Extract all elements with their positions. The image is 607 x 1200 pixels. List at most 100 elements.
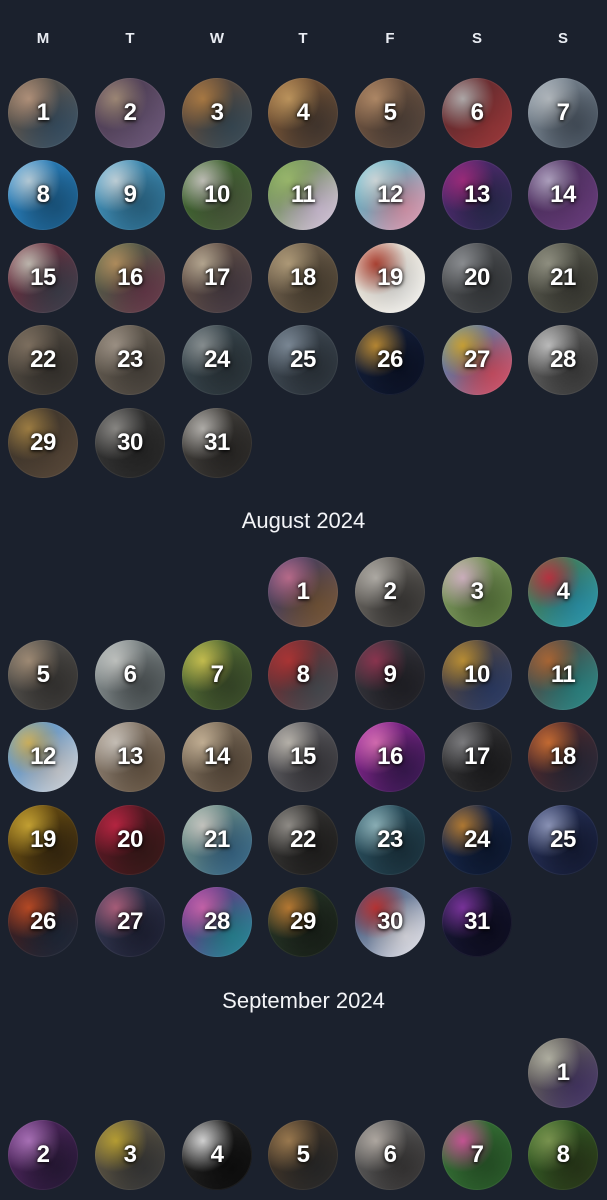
day-number: 8 [296, 661, 310, 688]
day-thumbnail[interactable]: 4 [528, 557, 598, 627]
day-thumbnail[interactable]: 7 [442, 1120, 512, 1190]
day-number: 29 [290, 908, 316, 935]
day-thumbnail[interactable]: 4 [268, 78, 338, 148]
day-thumbnail[interactable]: 31 [442, 887, 512, 957]
day-thumbnail[interactable]: 22 [8, 325, 78, 395]
day-thumbnail[interactable]: 8 [268, 640, 338, 710]
day-thumbnail[interactable]: 24 [442, 805, 512, 875]
day-thumbnail[interactable]: 18 [528, 722, 598, 792]
day-number: 30 [377, 908, 403, 935]
day-thumbnail[interactable]: 14 [182, 722, 252, 792]
day-thumbnail[interactable]: 25 [268, 325, 338, 395]
day-thumbnail[interactable]: 26 [355, 325, 425, 395]
day-number: 20 [464, 264, 490, 291]
day-thumbnail[interactable]: 9 [355, 640, 425, 710]
day-thumbnail[interactable]: 1 [8, 78, 78, 148]
day-thumbnail[interactable]: 20 [95, 805, 165, 875]
day-thumbnail[interactable]: 28 [182, 887, 252, 957]
weekday-label: M [36, 30, 50, 47]
day-thumbnail[interactable]: 2 [355, 557, 425, 627]
day-thumbnail[interactable]: 15 [268, 722, 338, 792]
day-thumbnail[interactable]: 13 [442, 160, 512, 230]
day-thumbnail[interactable]: 21 [528, 243, 598, 313]
day-thumbnail[interactable]: 22 [268, 805, 338, 875]
day-thumbnail[interactable]: 8 [8, 160, 78, 230]
day-thumbnail[interactable]: 18 [268, 243, 338, 313]
day-thumbnail[interactable]: 3 [442, 557, 512, 627]
day-thumbnail[interactable]: 6 [95, 640, 165, 710]
day-thumbnail[interactable]: 1 [528, 1038, 598, 1108]
day-thumbnail[interactable]: 23 [355, 805, 425, 875]
day-number: 9 [383, 661, 397, 688]
day-thumbnail[interactable]: 31 [182, 408, 252, 478]
day-number: 1 [556, 1059, 570, 1086]
day-number: 29 [30, 429, 56, 456]
day-thumbnail[interactable]: 24 [182, 325, 252, 395]
day-thumbnail[interactable]: 27 [442, 325, 512, 395]
day-number: 4 [556, 578, 570, 605]
day-thumbnail[interactable]: 17 [442, 722, 512, 792]
day-number: 3 [210, 99, 224, 126]
day-thumbnail[interactable]: 28 [528, 325, 598, 395]
day-thumbnail[interactable]: 9 [95, 160, 165, 230]
day-thumbnail[interactable]: 6 [442, 78, 512, 148]
day-number: 13 [464, 181, 490, 208]
day-thumbnail[interactable]: 20 [442, 243, 512, 313]
day-thumbnail[interactable]: 8 [528, 1120, 598, 1190]
day-thumbnail[interactable]: 7 [528, 78, 598, 148]
day-thumbnail[interactable]: 2 [8, 1120, 78, 1190]
day-thumbnail[interactable]: 1 [268, 557, 338, 627]
day-number: 28 [550, 346, 576, 373]
day-thumbnail[interactable]: 19 [355, 243, 425, 313]
day-thumbnail[interactable]: 23 [95, 325, 165, 395]
day-number: 5 [383, 99, 397, 126]
day-thumbnail[interactable]: 15 [8, 243, 78, 313]
day-thumbnail[interactable]: 19 [8, 805, 78, 875]
day-number: 23 [117, 346, 143, 373]
day-thumbnail[interactable]: 16 [355, 722, 425, 792]
day-thumbnail[interactable]: 10 [182, 160, 252, 230]
day-thumbnail[interactable]: 5 [268, 1120, 338, 1190]
day-number: 31 [204, 429, 230, 456]
day-number: 18 [290, 264, 316, 291]
day-thumbnail[interactable]: 25 [528, 805, 598, 875]
day-thumbnail[interactable]: 29 [268, 887, 338, 957]
weekday-label: T [298, 30, 308, 47]
day-thumbnail[interactable]: 3 [182, 78, 252, 148]
day-thumbnail[interactable]: 16 [95, 243, 165, 313]
day-number: 10 [464, 661, 490, 688]
day-thumbnail[interactable]: 5 [8, 640, 78, 710]
day-thumbnail[interactable]: 3 [95, 1120, 165, 1190]
day-number: 25 [550, 826, 576, 853]
day-thumbnail[interactable]: 14 [528, 160, 598, 230]
day-number: 11 [550, 661, 576, 688]
day-thumbnail[interactable]: 5 [355, 78, 425, 148]
day-number: 10 [204, 181, 230, 208]
day-thumbnail[interactable]: 30 [355, 887, 425, 957]
day-thumbnail[interactable]: 2 [95, 78, 165, 148]
day-thumbnail[interactable]: 6 [355, 1120, 425, 1190]
day-number: 5 [296, 1141, 310, 1168]
day-thumbnail[interactable]: 29 [8, 408, 78, 478]
day-thumbnail[interactable]: 21 [182, 805, 252, 875]
day-number: 4 [210, 1141, 224, 1168]
day-thumbnail[interactable]: 13 [95, 722, 165, 792]
day-thumbnail[interactable]: 30 [95, 408, 165, 478]
day-thumbnail[interactable]: 27 [95, 887, 165, 957]
day-thumbnail[interactable]: 12 [355, 160, 425, 230]
day-thumbnail[interactable]: 26 [8, 887, 78, 957]
day-number: 7 [556, 99, 570, 126]
day-thumbnail[interactable]: 11 [528, 640, 598, 710]
day-thumbnail[interactable]: 10 [442, 640, 512, 710]
weekday-label: W [209, 30, 225, 47]
day-number: 25 [290, 346, 316, 373]
day-thumbnail[interactable]: 17 [182, 243, 252, 313]
day-number: 12 [30, 743, 56, 770]
day-number: 24 [204, 346, 230, 373]
day-thumbnail[interactable]: 7 [182, 640, 252, 710]
day-number: 15 [290, 743, 316, 770]
day-number: 19 [30, 826, 56, 853]
day-thumbnail[interactable]: 4 [182, 1120, 252, 1190]
day-thumbnail[interactable]: 11 [268, 160, 338, 230]
day-thumbnail[interactable]: 12 [8, 722, 78, 792]
